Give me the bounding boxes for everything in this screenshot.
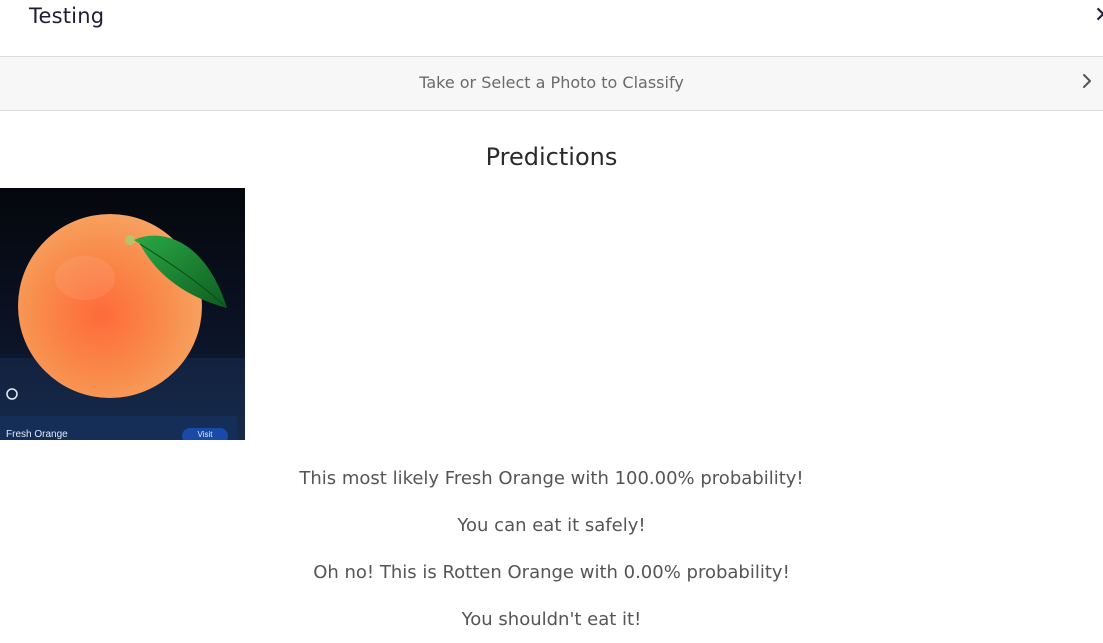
app-window: Testing ✕ Take or Select a Photo to Clas…: [0, 0, 1103, 643]
prediction-fresh-advice: You can eat it safely!: [457, 515, 646, 536]
orange-image: [0, 188, 245, 440]
prediction-rotten-advice: You shouldn't eat it!: [461, 609, 642, 630]
classified-photo: Fresh Orange Visit: [0, 188, 245, 440]
close-icon[interactable]: ✕: [1094, 5, 1103, 27]
select-photo-label: Take or Select a Photo to Classify: [419, 73, 684, 92]
predictions-heading: Predictions: [485, 143, 618, 171]
chevron-right-icon: [1083, 74, 1091, 88]
app-header: Testing ✕: [0, 0, 1103, 57]
page-title: Testing: [29, 4, 105, 28]
prediction-rotten-result: Oh no! This is Rotten Orange with 0.00% …: [313, 562, 790, 583]
photo-visit-button: Visit: [182, 428, 228, 440]
select-photo-button[interactable]: Take or Select a Photo to Classify: [0, 57, 1103, 111]
photo-caption: Fresh Orange: [6, 429, 68, 440]
prediction-fresh-result: This most likely Fresh Orange with 100.0…: [299, 468, 804, 489]
